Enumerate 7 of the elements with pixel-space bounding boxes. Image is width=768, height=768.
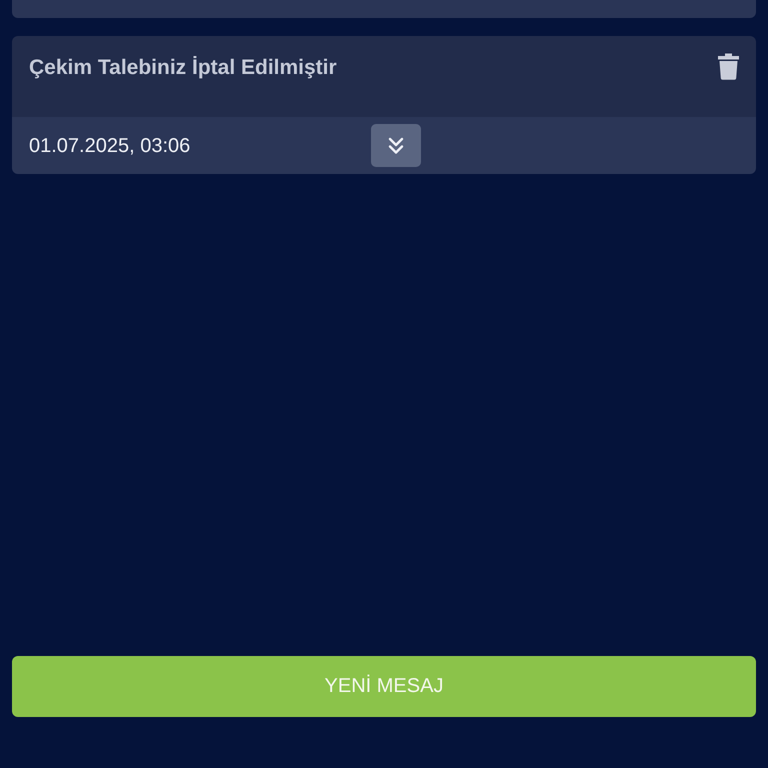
double-chevron-down-icon xyxy=(388,136,404,154)
new-message-button[interactable]: YENİ MESAJ xyxy=(12,656,756,717)
message-date: 01.07.2025, 03:06 xyxy=(29,134,192,158)
trash-icon xyxy=(717,53,740,80)
message-title: Çekim Talebiniz İptal Edilmiştir xyxy=(29,55,337,80)
delete-button[interactable] xyxy=(717,53,740,80)
expand-button[interactable] xyxy=(371,124,421,167)
